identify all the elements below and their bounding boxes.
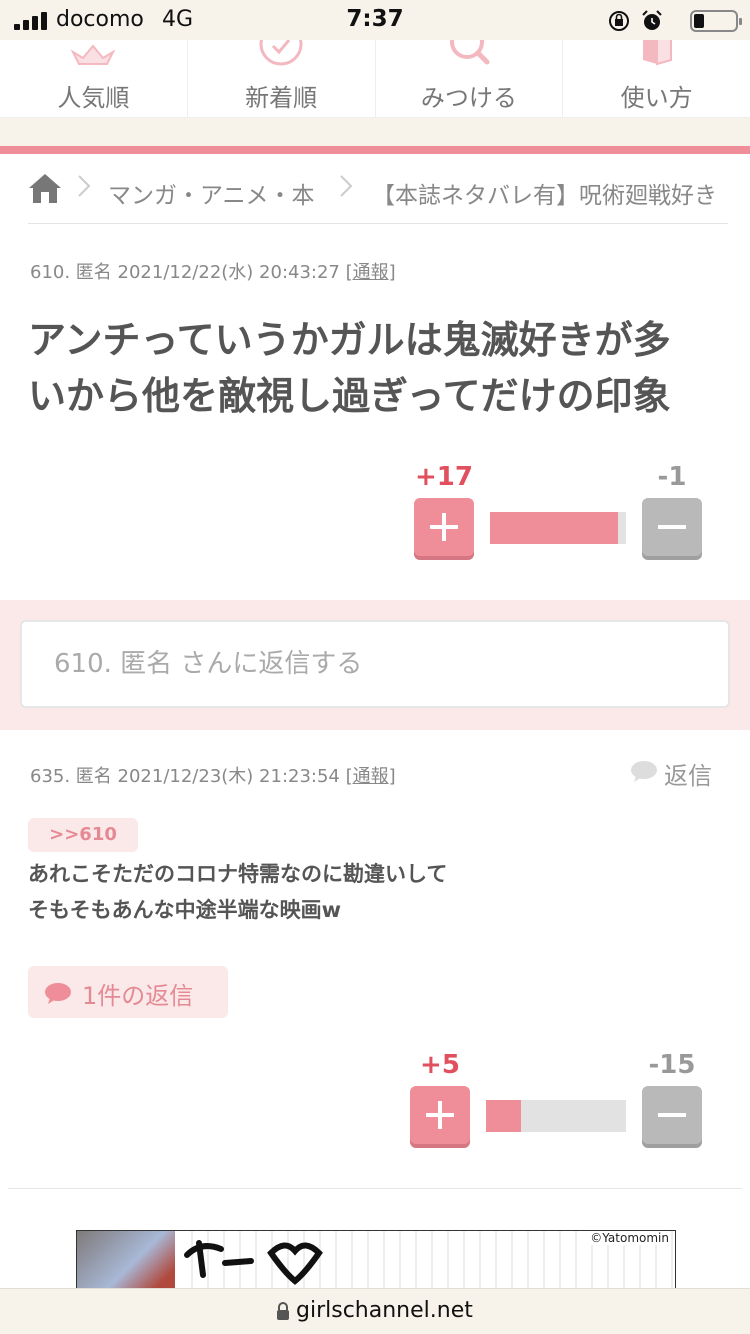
orientation-lock-icon [609,11,629,31]
home-icon[interactable] [28,172,62,204]
reply-button-label: 返信 [664,762,712,790]
comment-line: そもそもあんな中途半端な映画w [28,898,341,922]
breadcrumb-category[interactable]: マンガ・アニメ・本 [108,176,315,210]
anchor-link[interactable]: >>610 [28,818,138,852]
nav-popular[interactable]: 人気順 [0,40,188,117]
status-bar: docomo 4G 7:37 [0,0,750,40]
reply-section [0,600,750,730]
divider [8,1188,742,1189]
speech-bubble-icon [45,983,71,1004]
reply-input[interactable] [20,620,730,708]
nav-newest-label: 新着順 [245,84,318,112]
crown-icon [70,44,116,65]
replies-button[interactable]: 1件の返信 [28,966,228,1018]
plus-count: +5 [420,1050,460,1080]
report-link[interactable]: [通報] [346,766,396,787]
comment-line: アンチっていうかガルは鬼滅好きが多 [28,318,671,362]
accent-line [0,146,750,154]
minus-button[interactable] [642,1086,702,1144]
url-text: girlschannel.net [296,1298,473,1323]
book-icon [642,40,672,66]
top-nav: 人気順 新着順 みつける 使い方 [0,40,750,118]
minus-count: -15 [648,1050,696,1080]
comment-meta-text: 635. 匿名 2021/12/23(木) 21:23:54 [30,766,340,787]
url-bar[interactable]: girlschannel.net [0,1288,750,1334]
ad-banner[interactable]: ©Yatomomin [76,1230,676,1292]
comment-body: アンチっていうかガルは鬼滅好きが多 いから他を敵視し過ぎってだけの印象 [28,312,728,424]
replies-button-label: 1件の返信 [82,982,194,1010]
chevron-right-icon [340,175,353,197]
plus-button[interactable] [410,1086,470,1144]
breadcrumb-topic[interactable]: 【本誌ネタバレ有】呪術廻戦好き [372,176,717,210]
breadcrumb: マンガ・アニメ・本 【本誌ネタバレ有】呪術廻戦好き [28,160,728,224]
nav-discover-label: みつける [420,84,517,112]
nav-howto-label: 使い方 [620,84,693,112]
minus-button[interactable] [642,498,702,556]
vote-ratio-fill [486,1100,521,1132]
ad-credit: ©Yatomomin [588,1231,671,1245]
plus-button[interactable] [414,498,474,556]
vote-ratio-fill [490,512,618,544]
search-icon [449,40,490,65]
status-icons [608,8,742,32]
battery-icon [690,10,742,32]
comment-line: いから他を敵視し過ぎってだけの印象 [28,374,671,418]
header-spacer [0,118,750,146]
plus-count: +17 [415,462,473,492]
nav-popular-label: 人気順 [57,84,130,112]
reply-button[interactable]: 返信 [630,756,720,790]
alarm-icon [642,10,662,30]
ad-artwork [184,1240,323,1285]
speech-bubble-icon [631,761,657,782]
comment-meta: 635. 匿名 2021/12/23(木) 21:23:54 [通報] [30,762,396,788]
comment-body: あれこそただのコロナ特需なのに勘違いして そもそもあんな中途半端な映画w [28,856,728,928]
nav-howto[interactable]: 使い方 [563,40,750,117]
vote-ratio-bar [490,512,626,544]
report-link[interactable]: [通報] [346,262,396,283]
chevron-right-icon [78,175,91,197]
nav-discover[interactable]: みつける [376,40,564,117]
comment-meta: 610. 匿名 2021/12/22(水) 20:43:27 [通報] [30,258,396,284]
minus-count: -1 [657,462,687,492]
ad-image [77,1231,175,1291]
vote-block: +17 -1 [414,462,714,562]
heart-icon [259,40,303,66]
comment-line: あれこそただのコロナ特需なのに勘違いして [28,862,448,886]
comment-meta-text: 610. 匿名 2021/12/22(水) 20:43:27 [30,262,340,283]
lock-icon [277,1302,289,1320]
vote-ratio-bar [486,1100,626,1132]
vote-block: +5 -15 [410,1050,710,1150]
nav-newest[interactable]: 新着順 [188,40,376,117]
